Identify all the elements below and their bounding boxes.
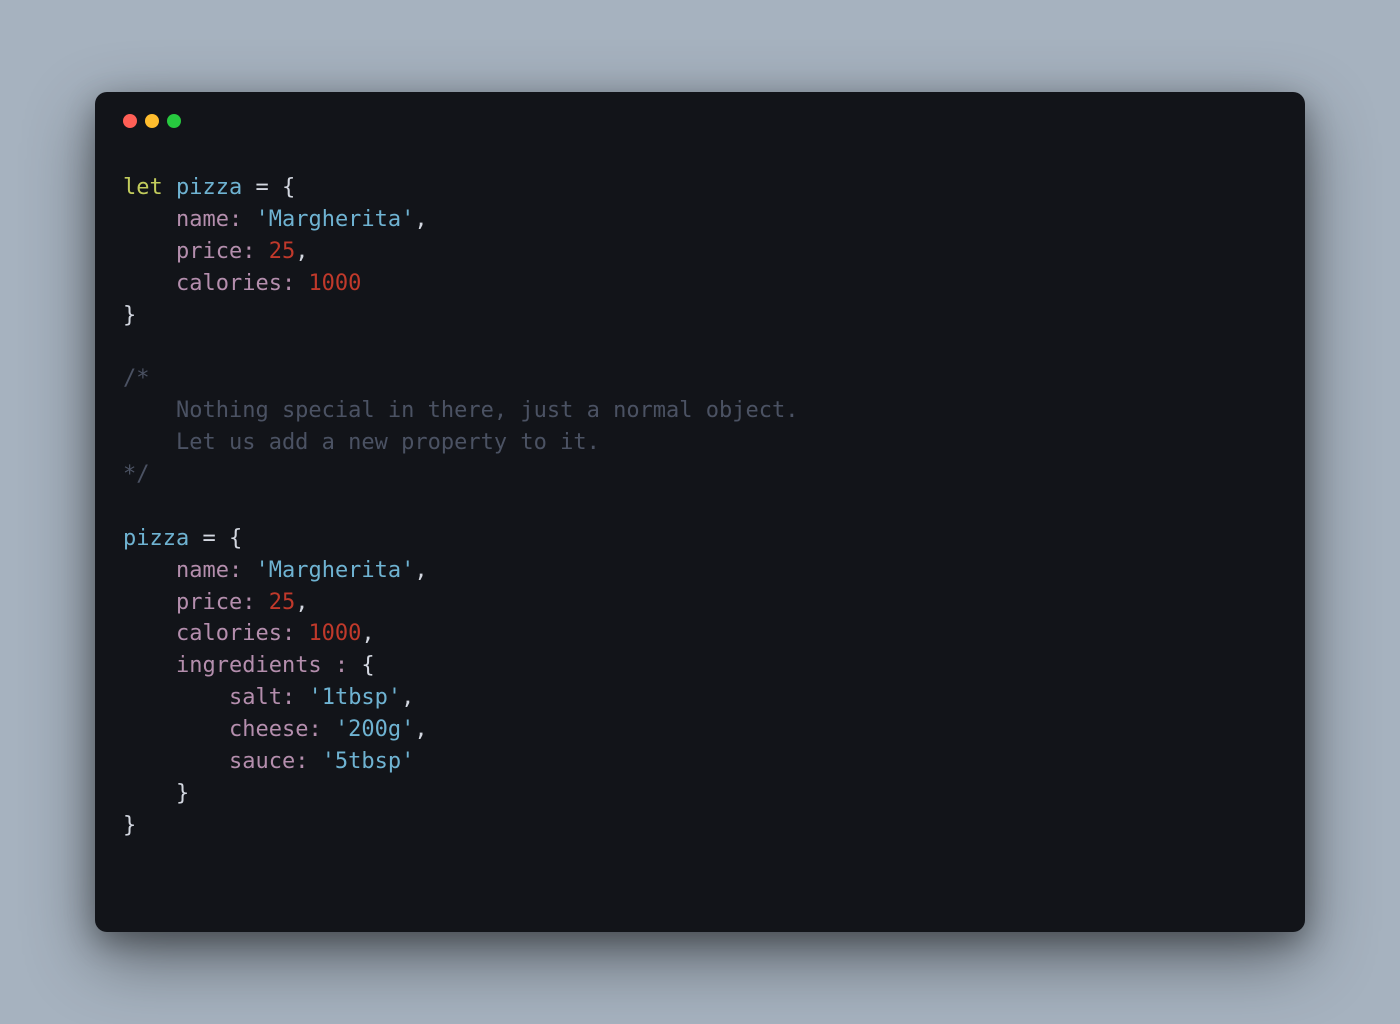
identifier-pizza: pizza (123, 526, 189, 551)
val-margherita: 'Margherita' (255, 558, 414, 583)
val-200g: '200g' (335, 717, 414, 742)
val-1000: 1000 (308, 271, 361, 296)
window-titlebar (123, 114, 1277, 128)
comma: , (361, 621, 374, 646)
val-25: 25 (269, 590, 296, 615)
prop-sauce: sauce: (229, 749, 322, 774)
prop-price: price: (176, 239, 269, 264)
prop-cheese: cheese: (229, 717, 335, 742)
comma: , (414, 717, 427, 742)
prop-salt: salt: (229, 685, 308, 710)
comma: , (414, 207, 427, 232)
comment-open: /* (123, 366, 150, 391)
brace-close: } (123, 303, 136, 328)
code-window: let pizza = { name: 'Margherita', price:… (95, 92, 1305, 932)
brace-close: } (123, 813, 136, 838)
prop-calories: calories: (176, 621, 308, 646)
code-block: let pizza = { name: 'Margherita', price:… (123, 172, 1277, 842)
val-25: 25 (269, 239, 296, 264)
identifier-pizza: pizza (176, 175, 242, 200)
brace-open: { (282, 175, 295, 200)
prop-calories: calories: (176, 271, 308, 296)
prop-price: price: (176, 590, 269, 615)
operator-eq: = (189, 526, 229, 551)
prop-name: name: (176, 207, 255, 232)
brace-open: { (361, 653, 374, 678)
comment-close: */ (123, 462, 150, 487)
comma: , (295, 590, 308, 615)
close-icon[interactable] (123, 114, 137, 128)
prop-name: name: (176, 558, 255, 583)
minimize-icon[interactable] (145, 114, 159, 128)
maximize-icon[interactable] (167, 114, 181, 128)
brace-open: { (229, 526, 242, 551)
val-1000: 1000 (308, 621, 361, 646)
val-5tbsp: '5tbsp' (322, 749, 415, 774)
val-margherita: 'Margherita' (255, 207, 414, 232)
brace-close: } (176, 781, 189, 806)
keyword-let: let (123, 175, 163, 200)
operator-eq: = (242, 175, 282, 200)
comma: , (401, 685, 414, 710)
comment-line1: Nothing special in there, just a normal … (123, 398, 799, 423)
val-1tbsp: '1tbsp' (308, 685, 401, 710)
comma: , (414, 558, 427, 583)
prop-ingredients: ingredients : (176, 653, 361, 678)
comment-line2: Let us add a new property to it. (123, 430, 600, 455)
comma: , (295, 239, 308, 264)
